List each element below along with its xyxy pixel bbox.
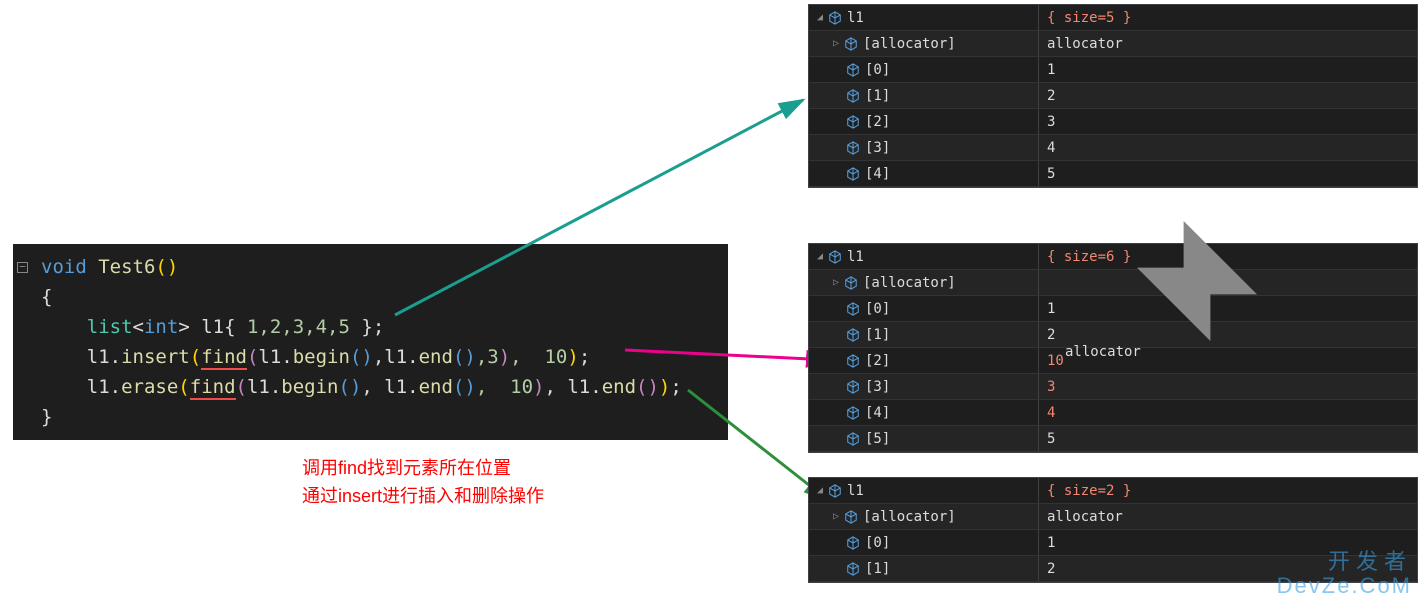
cube-icon (845, 62, 861, 78)
watch-root-row[interactable]: ◢l1 { size=5 } (809, 5, 1417, 31)
expander-open-icon[interactable]: ◢ (813, 251, 827, 262)
cube-icon (845, 88, 861, 104)
watch-item-row[interactable]: [0]1 (809, 57, 1417, 83)
watch-item-row[interactable]: [4]5 (809, 161, 1417, 187)
cube-icon (843, 509, 859, 525)
cube-icon (843, 36, 859, 52)
cube-icon (845, 561, 861, 577)
code-line-5: l1.erase(find(l1.begin(), l1.end(), 10),… (13, 372, 728, 402)
cube-icon (827, 10, 843, 26)
cube-icon (845, 431, 861, 447)
cube-icon (845, 140, 861, 156)
watermark: 开发者 DevZe.CoM (1277, 550, 1412, 598)
watch-item-row[interactable]: [5]5 (809, 426, 1417, 452)
expander-closed-icon[interactable]: ▷ (829, 38, 843, 49)
watch-item-row[interactable]: [1]2 (809, 83, 1417, 109)
cube-icon (845, 353, 861, 369)
expander-open-icon[interactable]: ◢ (813, 485, 827, 496)
watch-item-row[interactable]: [4]4 (809, 400, 1417, 426)
watch-item-row[interactable]: [2]3 (809, 109, 1417, 135)
cube-icon (845, 379, 861, 395)
cube-icon (845, 535, 861, 551)
arrow-teal (385, 90, 815, 320)
expander-closed-icon[interactable]: ▷ (829, 277, 843, 288)
code-line-6: } (13, 402, 728, 432)
watch-allocator-row[interactable]: ▷[allocator] allocator (809, 270, 1417, 296)
watch-allocator-row[interactable]: ▷[allocator] allocator (809, 31, 1417, 57)
cube-icon (845, 405, 861, 421)
expander-open-icon[interactable]: ◢ (813, 12, 827, 23)
watch-allocator-row[interactable]: ▷[allocator] allocator (809, 504, 1417, 530)
cube-icon (845, 327, 861, 343)
cube-icon (827, 249, 843, 265)
expander-closed-icon[interactable]: ▷ (829, 511, 843, 522)
cube-icon (827, 483, 843, 499)
cube-icon (843, 275, 859, 291)
watch-panel-2: ◢l1 { size=6 } ▷[allocator] allocator [0… (808, 243, 1418, 453)
cube-icon (845, 114, 861, 130)
arrow-magenta (620, 345, 840, 375)
annotation-text: 调用find找到元素所在位置 通过insert进行插入和删除操作 (302, 454, 544, 510)
watch-item-row[interactable]: [3]3 (809, 374, 1417, 400)
pin-icon[interactable] (1047, 206, 1061, 220)
watch-panel-1: ◢l1 { size=5 } ▷[allocator] allocator [0… (808, 4, 1418, 188)
collapse-icon[interactable]: − (17, 262, 28, 273)
cube-icon (845, 301, 861, 317)
watch-item-row[interactable]: [2]10 (809, 348, 1417, 374)
watch-root-row[interactable]: ◢l1 { size=2 } (809, 478, 1417, 504)
cube-icon (845, 166, 861, 182)
watch-item-row[interactable]: [3]4 (809, 135, 1417, 161)
